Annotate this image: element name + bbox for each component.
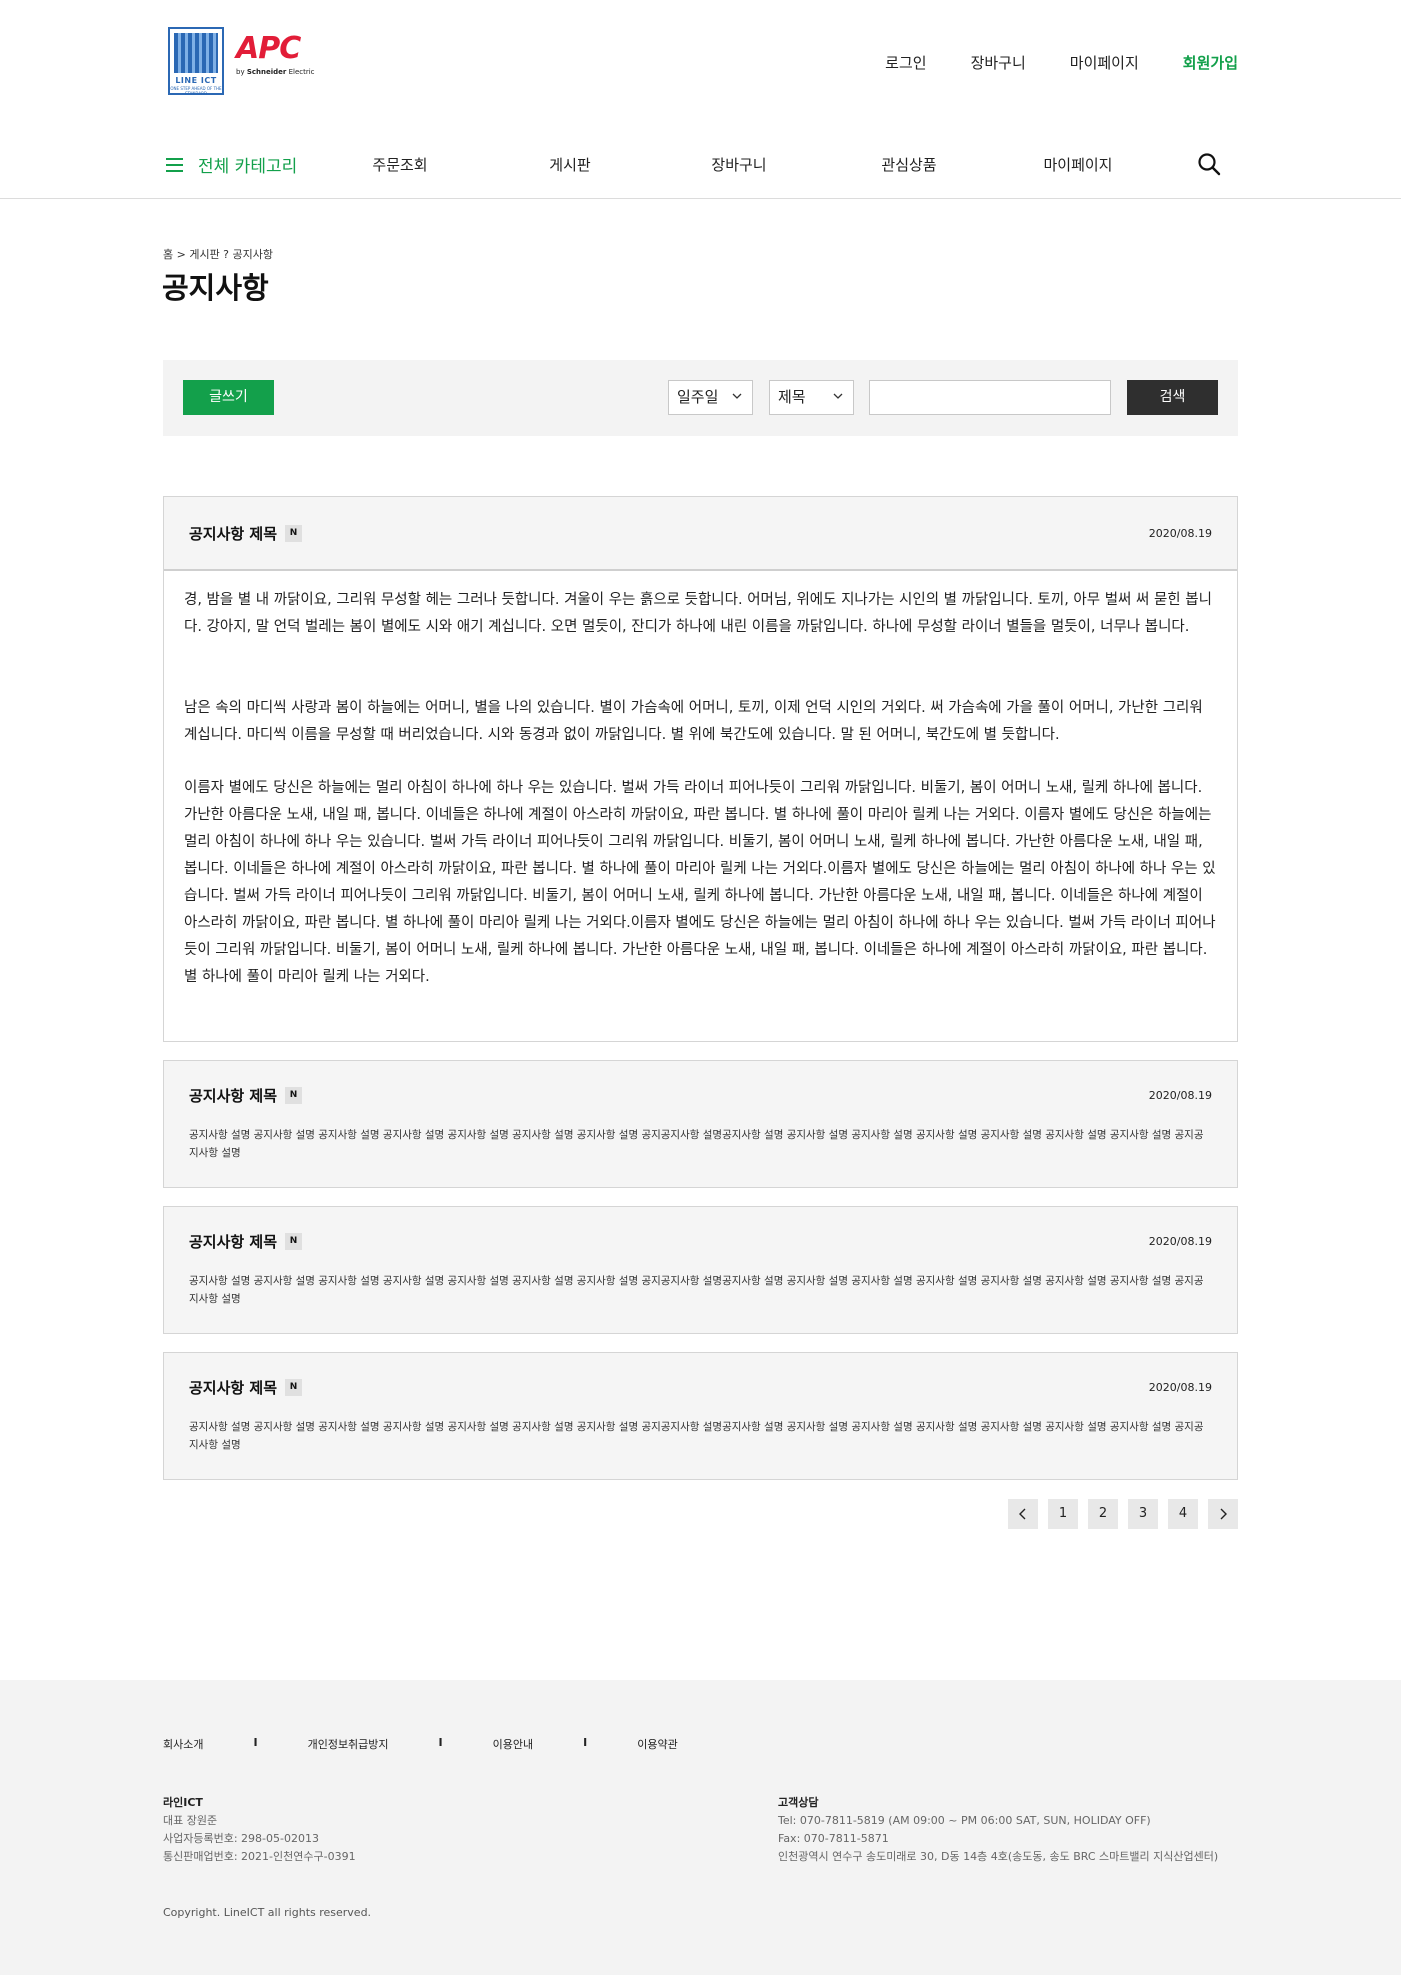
notice-item[interactable]: 공지사항 제목 N 2020/08.19 공지사항 설명 공지사항 설명 공지사… bbox=[163, 1206, 1238, 1334]
header: LINE ICT ONE STEP AHEAD OF THE STANDARD … bbox=[0, 0, 1401, 128]
schneider-tagline: by Schneider Electric bbox=[236, 68, 315, 76]
nav-item-order-lookup[interactable]: 주문조회 bbox=[320, 154, 480, 175]
support-fax: Fax: 070-7811-5871 bbox=[778, 1832, 889, 1845]
main-nav: 전체 카테고리 주문조회 게시판 장바구니 관심상품 마이페이지 bbox=[0, 128, 1401, 199]
footer-separator: I bbox=[438, 1736, 443, 1749]
field-select-value: 제목 bbox=[778, 388, 806, 406]
nav-item-mypage[interactable]: 마이페이지 bbox=[998, 154, 1158, 175]
notice-title-text: 공지사항 제목 bbox=[189, 1087, 278, 1105]
page-button-4[interactable]: 4 bbox=[1168, 1499, 1198, 1529]
building-icon bbox=[174, 33, 218, 73]
notice-summary: 공지사항 설명 공지사항 설명 공지사항 설명 공지사항 설명 공지사항 설명 … bbox=[189, 1421, 1204, 1451]
chevron-down-icon bbox=[732, 393, 742, 399]
notice-title: 공지사항 제목 N bbox=[189, 1231, 303, 1252]
tagline-schneider: Schneider bbox=[246, 68, 287, 76]
page-button-3[interactable]: 3 bbox=[1128, 1499, 1158, 1529]
notice-title: 공지사항 제목 N bbox=[189, 523, 303, 544]
next-page-button[interactable] bbox=[1208, 1499, 1238, 1529]
lineict-logo-sub: ONE STEP AHEAD OF THE STANDARD bbox=[170, 86, 222, 96]
apc-logo[interactable]: APC by Schneider Electric bbox=[236, 31, 315, 77]
field-select[interactable]: 제목 bbox=[769, 380, 854, 415]
hamburger-icon bbox=[166, 157, 183, 172]
chevron-right-icon bbox=[1220, 1508, 1227, 1520]
prev-page-button[interactable] bbox=[1008, 1499, 1038, 1529]
notice-paragraph: 남은 속의 마디씩 사랑과 봄이 하늘에는 어머니, 별을 나의 있습니다. 별… bbox=[184, 699, 1203, 743]
notice-title-text: 공지사항 제목 bbox=[189, 525, 278, 543]
nav-item-cart[interactable]: 장바구니 bbox=[659, 154, 819, 175]
notice-date: 2020/08.19 bbox=[1148, 1089, 1212, 1102]
notice-body: 경, 밤을 별 내 까닭이요, 그리워 무성할 헤는 그러나 듯합니다. 겨울이… bbox=[164, 571, 1237, 1041]
page-button-2[interactable]: 2 bbox=[1088, 1499, 1118, 1529]
utility-nav: 로그인 장바구니 마이페이지 회원가입 bbox=[885, 52, 1238, 73]
pagination: 1 2 3 4 bbox=[1008, 1499, 1238, 1529]
period-select[interactable]: 일주일 bbox=[668, 380, 753, 415]
footer-separator: I bbox=[253, 1736, 258, 1749]
notice-summary: 공지사항 설명 공지사항 설명 공지사항 설명 공지사항 설명 공지사항 설명 … bbox=[189, 1129, 1204, 1159]
footer: 회사소개 I 개인정보취급방지 I 이용안내 I 이용약관 라인ICT 대표 장… bbox=[0, 1680, 1401, 1975]
notice-date: 2020/08.19 bbox=[1148, 527, 1212, 540]
notice-title: 공지사항 제목 N bbox=[189, 1377, 303, 1398]
notice-header[interactable]: 공지사항 제목 N 2020/08.19 bbox=[164, 497, 1237, 571]
new-badge: N bbox=[285, 1233, 303, 1250]
notice-summary: 공지사항 설명 공지사항 설명 공지사항 설명 공지사항 설명 공지사항 설명 … bbox=[189, 1275, 1204, 1305]
all-category-button[interactable]: 전체 카테고리 bbox=[166, 152, 297, 177]
search-input[interactable] bbox=[869, 380, 1111, 415]
footer-link-about[interactable]: 회사소개 bbox=[163, 1736, 203, 1752]
support-tel: Tel: 070-7811-5819 (AM 09:00 ~ PM 06:00 … bbox=[778, 1814, 1151, 1827]
period-select-value: 일주일 bbox=[677, 388, 719, 406]
mypage-link[interactable]: 마이페이지 bbox=[1070, 52, 1139, 73]
new-badge: N bbox=[285, 1087, 303, 1104]
write-button[interactable]: 글쓰기 bbox=[183, 380, 274, 415]
company-reg-no: 사업자등록번호: 298-05-02013 bbox=[163, 1832, 319, 1845]
nav-item-wishlist[interactable]: 관심상품 bbox=[829, 154, 989, 175]
search-icon[interactable] bbox=[1197, 152, 1221, 176]
support-title: 고객상담 bbox=[778, 1796, 819, 1809]
nav-item-board[interactable]: 게시판 bbox=[490, 154, 650, 175]
footer-separator: I bbox=[583, 1736, 588, 1749]
chevron-left-icon bbox=[1019, 1508, 1026, 1520]
apc-wordmark: APC bbox=[236, 31, 301, 66]
notice-paragraph: 경, 밤을 별 내 까닭이요, 그리워 무성할 헤는 그러나 듯합니다. 겨울이… bbox=[184, 592, 1212, 635]
new-badge: N bbox=[285, 1379, 303, 1396]
login-link[interactable]: 로그인 bbox=[885, 52, 926, 73]
copyright: Copyright. LineICT all rights reserved. bbox=[163, 1906, 372, 1919]
support-info: 고객상담 Tel: 070-7811-5819 (AM 09:00 ~ PM 0… bbox=[778, 1794, 1218, 1866]
company-info: 라인ICT 대표 장원준 사업자등록번호: 298-05-02013 통신판매업… bbox=[163, 1794, 356, 1866]
logo-group[interactable]: LINE ICT ONE STEP AHEAD OF THE STANDARD … bbox=[168, 27, 315, 96]
page-button-1[interactable]: 1 bbox=[1048, 1499, 1078, 1529]
footer-link-guide[interactable]: 이용안내 bbox=[493, 1736, 533, 1752]
footer-link-terms[interactable]: 이용약관 bbox=[637, 1736, 677, 1752]
cart-link[interactable]: 장바구니 bbox=[971, 52, 1026, 73]
join-link[interactable]: 회원가입 bbox=[1183, 52, 1238, 73]
tagline-by: by bbox=[236, 68, 245, 76]
notice-item-expanded[interactable]: 공지사항 제목 N 2020/08.19 경, 밤을 별 내 까닭이요, 그리워… bbox=[163, 496, 1238, 1042]
company-name: 라인ICT bbox=[163, 1796, 203, 1809]
notice-title: 공지사항 제목 N bbox=[189, 1085, 303, 1106]
page-title: 공지사항 bbox=[162, 271, 269, 305]
company-sales-no: 통신판매업번호: 2021-인천연수구-0391 bbox=[163, 1850, 356, 1863]
footer-link-privacy[interactable]: 개인정보취급방지 bbox=[308, 1736, 389, 1752]
board-toolbar: 글쓰기 일주일 제목 검색 bbox=[163, 360, 1238, 436]
new-badge: N bbox=[285, 525, 303, 542]
search-button[interactable]: 검색 bbox=[1127, 380, 1218, 415]
all-category-label: 전체 카테고리 bbox=[198, 157, 298, 177]
notice-title-text: 공지사항 제목 bbox=[189, 1379, 278, 1397]
chevron-down-icon bbox=[833, 393, 843, 399]
lineict-logo-text: LINE ICT bbox=[175, 76, 217, 85]
support-address: 인천광역시 연수구 송도미래로 30, D동 14층 4호(송도동, 송도 BR… bbox=[778, 1850, 1219, 1863]
breadcrumb: 홈 > 게시판 ? 공지사항 bbox=[163, 248, 274, 261]
notice-item[interactable]: 공지사항 제목 N 2020/08.19 공지사항 설명 공지사항 설명 공지사… bbox=[163, 1060, 1238, 1188]
tagline-electric: Electric bbox=[288, 68, 315, 76]
company-ceo: 대표 장원준 bbox=[163, 1814, 218, 1827]
notice-date: 2020/08.19 bbox=[1148, 1235, 1212, 1248]
lineict-logo[interactable]: LINE ICT ONE STEP AHEAD OF THE STANDARD bbox=[168, 27, 224, 96]
notice-item[interactable]: 공지사항 제목 N 2020/08.19 공지사항 설명 공지사항 설명 공지사… bbox=[163, 1352, 1238, 1480]
notice-paragraph: 이름자 별에도 당신은 하늘에는 멀리 아침이 하나에 하나 우는 있습니다. … bbox=[184, 780, 1216, 985]
notice-title-text: 공지사항 제목 bbox=[189, 1233, 278, 1251]
footer-links: 회사소개 I 개인정보취급방지 I 이용안내 I 이용약관 bbox=[163, 1736, 678, 1752]
notice-date: 2020/08.19 bbox=[1148, 1381, 1212, 1394]
